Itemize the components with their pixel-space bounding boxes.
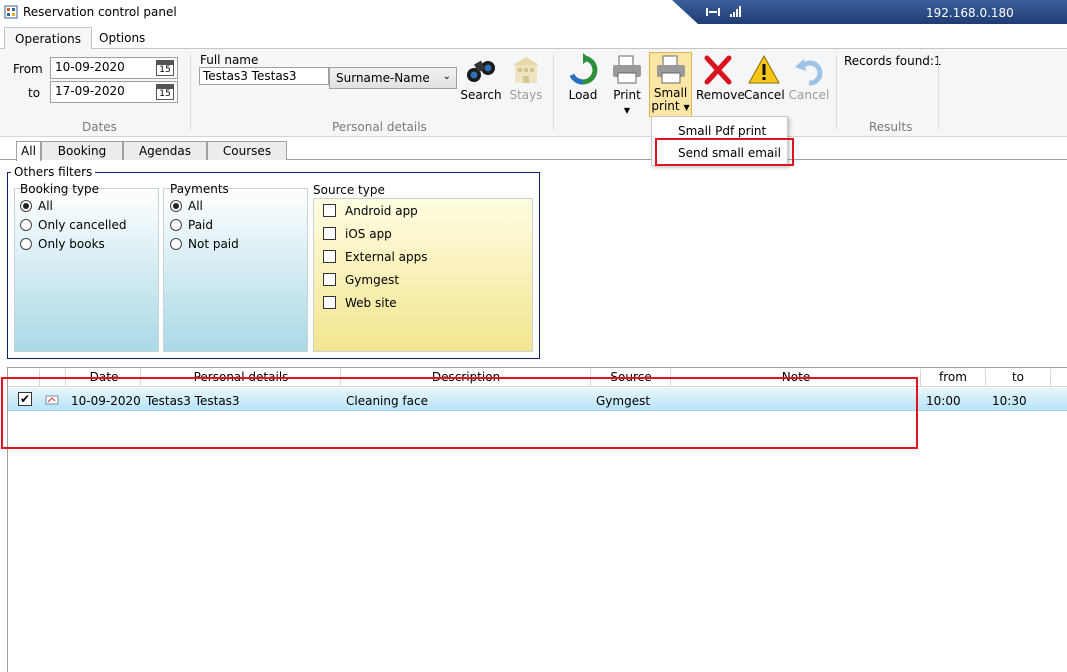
radio-unchecked-icon: [170, 238, 182, 250]
checkbox-icon: [323, 227, 336, 240]
radio-unchecked-icon: [20, 238, 32, 250]
dropdown-arrow-icon: ▼: [623, 106, 631, 115]
full-name-input[interactable]: Testas3 Testas3: [199, 67, 329, 85]
dates-group-label: Dates: [82, 120, 117, 134]
load-button[interactable]: Load: [564, 53, 602, 117]
to-label: to: [28, 86, 41, 100]
checkbox-android-app[interactable]: Android app: [323, 204, 418, 218]
col-to[interactable]: to: [985, 370, 1051, 384]
checkbox-icon: [323, 273, 336, 286]
menu-highlight-annotation: [655, 138, 794, 166]
column-separator: [920, 369, 921, 387]
tab-all[interactable]: All: [16, 141, 41, 161]
small-print-button[interactable]: Small print ▼: [649, 52, 692, 117]
group-separator: [938, 55, 939, 129]
small-printer-icon: [656, 55, 685, 84]
title-bar: Reservation control panel 192.168.0.180: [0, 0, 1067, 26]
checkbox-icon: [323, 296, 336, 309]
radio-booking-all[interactable]: All: [20, 199, 53, 213]
warning-icon: [748, 54, 780, 84]
stays-button[interactable]: Stays: [507, 53, 545, 117]
cell-to: 10:30: [992, 394, 1027, 408]
column-separator: [985, 369, 986, 387]
tab-agendas[interactable]: Agendas: [123, 141, 207, 160]
checkbox-icon: [323, 204, 336, 217]
payments-title: Payments: [170, 182, 229, 196]
building-icon: [513, 57, 539, 83]
checkbox-gymgest[interactable]: Gymgest: [323, 273, 399, 287]
source-type-title: Source type: [313, 183, 385, 197]
window-title: Reservation control panel: [23, 5, 177, 19]
cancel-button[interactable]: Cancel: [744, 53, 785, 117]
ribbon-tabs: Operations Options: [0, 26, 1067, 50]
personal-details-group-label: Personal details: [332, 120, 427, 134]
radio-only-cancelled[interactable]: Only cancelled: [20, 218, 127, 232]
cancel-undo-button[interactable]: Cancel: [788, 53, 830, 117]
group-separator: [836, 55, 837, 129]
calendar-icon[interactable]: 15: [156, 84, 174, 100]
radio-checked-icon: [170, 200, 182, 212]
checkbox-web-site[interactable]: Web site: [323, 296, 397, 310]
full-name-label: Full name: [200, 53, 259, 67]
tab-options[interactable]: Options: [89, 27, 155, 50]
sort-order-select[interactable]: Surname-Name ⌄: [329, 67, 457, 89]
to-date-input[interactable]: 17-09-2020 15: [50, 81, 178, 103]
column-separator: [1050, 369, 1051, 387]
col-from[interactable]: from: [921, 370, 985, 384]
search-button[interactable]: Search: [459, 53, 503, 117]
from-label: From: [13, 62, 43, 76]
printer-icon: [613, 55, 641, 84]
tab-courses[interactable]: Courses: [207, 141, 287, 160]
radio-unchecked-icon: [170, 219, 182, 231]
tab-booking[interactable]: Booking: [41, 141, 123, 160]
network-status-icons: [706, 5, 746, 22]
radio-paid[interactable]: Paid: [170, 218, 213, 232]
calendar-icon[interactable]: 15: [156, 60, 174, 76]
remove-button[interactable]: Remove: [696, 53, 745, 117]
print-button[interactable]: Print ▼: [608, 53, 646, 117]
other-filters-legend: Others filters: [11, 165, 96, 179]
radio-only-books[interactable]: Only books: [20, 237, 105, 251]
tab-operations[interactable]: Operations: [4, 27, 92, 50]
radio-checked-icon: [20, 200, 32, 212]
results-group-label: Results: [869, 120, 913, 134]
refresh-icon: [569, 53, 598, 85]
from-date-input[interactable]: 10-09-2020 15: [50, 57, 178, 79]
group-separator: [553, 55, 554, 129]
radio-not-paid[interactable]: Not paid: [170, 237, 239, 251]
radio-unchecked-icon: [20, 219, 32, 231]
undo-icon: [795, 59, 823, 86]
checkbox-ios-app[interactable]: iOS app: [323, 227, 392, 241]
booking-type-title: Booking type: [20, 182, 100, 196]
app-icon: [4, 5, 18, 19]
content-tabs: All Booking Agendas Courses: [0, 140, 1067, 161]
checkbox-external-apps[interactable]: External apps: [323, 250, 427, 264]
cell-from: 10:00: [926, 394, 961, 408]
records-found: Records found:1: [844, 54, 942, 68]
binoculars-icon: [467, 60, 495, 82]
chevron-down-icon: ⌄: [442, 71, 451, 82]
ribbon: From 10-09-2020 15 to 17-09-2020 15 Date…: [0, 49, 1067, 137]
checkbox-icon: [323, 250, 336, 263]
group-separator: [190, 55, 191, 129]
dropdown-arrow-icon: ▼: [683, 103, 690, 112]
ip-address: 192.168.0.180: [926, 6, 1014, 20]
signal-icon: [706, 6, 741, 17]
red-x-icon: [704, 55, 732, 85]
row-highlight-annotation: [1, 377, 918, 449]
radio-payments-all[interactable]: All: [170, 199, 203, 213]
